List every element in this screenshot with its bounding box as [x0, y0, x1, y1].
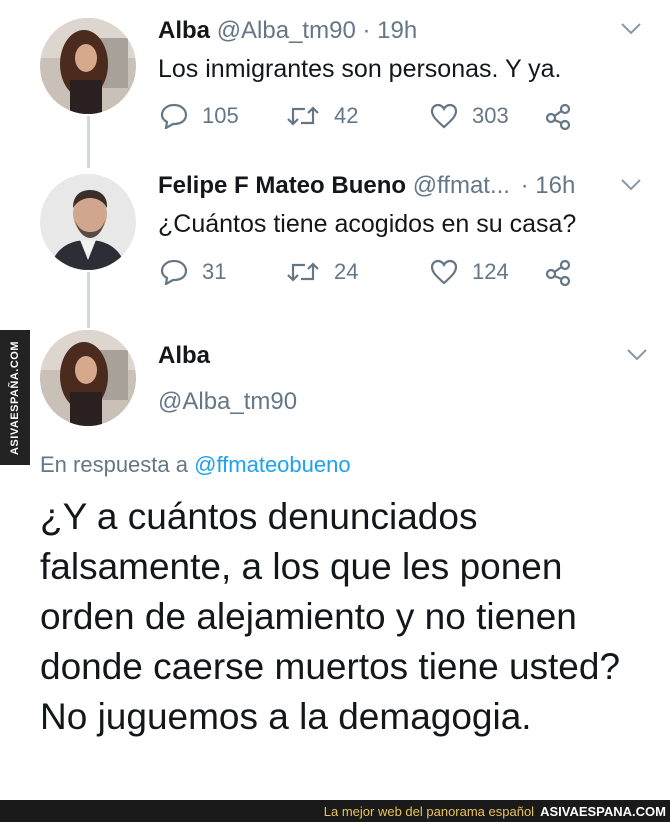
- retweet-icon: [287, 262, 319, 282]
- author-handle[interactable]: @ffmat...: [413, 172, 510, 199]
- retweet-icon: [287, 106, 319, 126]
- avatar[interactable]: [40, 330, 136, 426]
- share-button[interactable]: [544, 258, 586, 286]
- retweet-count: 24: [334, 259, 359, 284]
- like-count: 303: [472, 103, 509, 128]
- like-button[interactable]: 303: [430, 103, 544, 129]
- footer-site[interactable]: ASIVAESPANA.COM: [540, 804, 666, 819]
- tweet-text: ¿Y a cuántos denunciados falsamente, a l…: [40, 496, 621, 737]
- tweet-actions: 31 24 124: [160, 258, 586, 286]
- footer-bar: La mejor web del panorama español ASIVAE…: [0, 800, 670, 822]
- tweet-text: Los inmigrantes son personas. Y ya.: [158, 55, 562, 83]
- watermark-text: ASIVAESPAÑA.COM: [9, 340, 22, 455]
- like-count: 124: [472, 259, 509, 284]
- comment-bubble-icon: [160, 259, 188, 285]
- tweet-header: Alba @Alba_tm90 · 19h: [158, 17, 417, 45]
- chevron-down-icon[interactable]: [620, 22, 642, 36]
- thread-line: [87, 272, 90, 328]
- author-name[interactable]: Alba: [158, 342, 210, 370]
- like-button[interactable]: 124: [430, 259, 544, 285]
- reply-count: 31: [202, 259, 227, 284]
- thread-line: [87, 116, 90, 168]
- side-watermark: ASIVAESPAÑA.COM: [0, 330, 30, 465]
- avatar[interactable]: [40, 174, 136, 270]
- reply-count: 105: [202, 103, 239, 128]
- reply-mention-link[interactable]: @ffmateobueno: [194, 452, 350, 477]
- author-handle[interactable]: @Alba_tm90: [217, 17, 356, 44]
- share-icon: [545, 259, 571, 286]
- reply-prefix: En respuesta a: [40, 452, 188, 477]
- retweet-button[interactable]: 24: [286, 259, 430, 285]
- tweet-time[interactable]: · 16h: [521, 172, 576, 199]
- reply-context: En respuesta a @ffmateobueno: [40, 452, 351, 478]
- retweet-count: 42: [334, 103, 359, 128]
- author-name[interactable]: Felipe F Mateo Bueno: [158, 172, 406, 199]
- heart-icon: [430, 103, 458, 129]
- avatar[interactable]: [40, 18, 136, 114]
- footer-tagline: La mejor web del panorama español: [323, 803, 535, 819]
- share-button[interactable]: [544, 102, 586, 130]
- tweet-header: Felipe F Mateo Bueno @ffmat... · 16h: [158, 172, 575, 200]
- tweet-actions: 105 42 303: [160, 102, 586, 130]
- heart-icon: [430, 259, 458, 285]
- author-name[interactable]: Alba: [158, 17, 210, 44]
- reply-button[interactable]: 31: [160, 259, 286, 285]
- reply-button[interactable]: 105: [160, 103, 286, 129]
- chevron-down-icon[interactable]: [626, 348, 648, 362]
- retweet-button[interactable]: 42: [286, 103, 430, 129]
- tweet-text: ¿Cuántos tiene acogidos en su casa?: [158, 210, 577, 238]
- chevron-down-icon[interactable]: [620, 178, 642, 192]
- author-handle[interactable]: @Alba_tm90: [158, 388, 297, 416]
- share-icon: [545, 103, 571, 130]
- comment-bubble-icon: [160, 103, 188, 129]
- tweet-time[interactable]: · 19h: [362, 17, 417, 44]
